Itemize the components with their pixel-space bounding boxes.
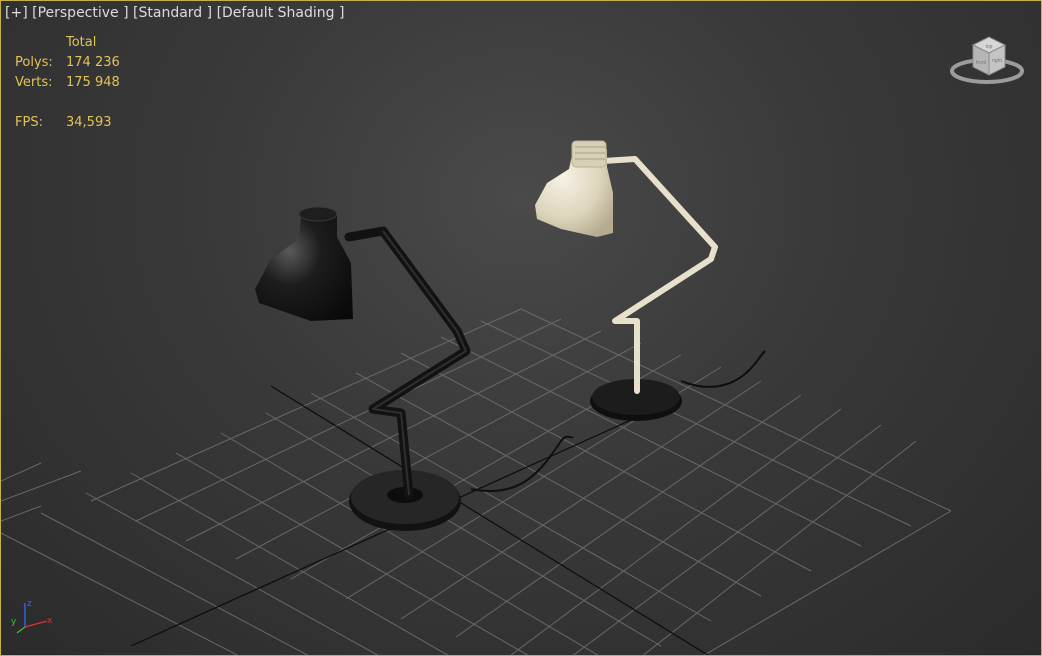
viewport-statistics: Total Polys: 174 236 Verts: 175 948 FPS:… [15, 33, 120, 133]
home-grid [1, 308, 952, 655]
viewcube-icon[interactable]: top front right [949, 31, 1025, 89]
stats-header-row: Total [15, 33, 120, 53]
stats-polys-value: 174 236 [66, 55, 120, 70]
stats-fps-row: FPS: 34,593 [15, 113, 120, 133]
stats-fps-value: 34,593 [66, 115, 112, 130]
scene-canvas[interactable] [1, 1, 1042, 656]
viewport-standard-menu[interactable]: [Standard ] [133, 5, 212, 21]
z-axis-label: z [27, 599, 32, 609]
stats-verts-value: 175 948 [66, 75, 120, 90]
stats-polys-label: Polys: [15, 55, 53, 70]
viewcube-right-label: right [992, 58, 1002, 64]
perspective-viewport[interactable]: [+] [Perspective ] [Standard ] [Default … [0, 0, 1042, 656]
viewport-plus-menu[interactable]: [+] [5, 5, 28, 21]
x-axis-label: x [47, 616, 53, 626]
viewcube-top-label: top [986, 44, 993, 50]
white-desk-lamp[interactable] [535, 140, 766, 421]
stats-verts-row: Verts: 175 948 [15, 73, 120, 93]
viewcube-front-label: front [976, 60, 987, 66]
x-axis-line [24, 620, 48, 628]
stats-total-header: Total [66, 35, 97, 50]
stats-fps-label: FPS: [15, 115, 43, 130]
y-axis-label: y [11, 617, 17, 627]
y-axis-line [16, 626, 26, 634]
viewport-label-menu[interactable]: [+] [Perspective ] [Standard ] [Default … [5, 5, 344, 21]
stats-verts-label: Verts: [15, 75, 53, 90]
viewport-point-of-view-menu[interactable]: [Perspective ] [32, 5, 128, 21]
viewport-shading-menu[interactable]: [Default Shading ] [217, 5, 345, 21]
stats-polys-row: Polys: 174 236 [15, 53, 120, 73]
axis-tripod-icon: z y x [11, 599, 53, 634]
